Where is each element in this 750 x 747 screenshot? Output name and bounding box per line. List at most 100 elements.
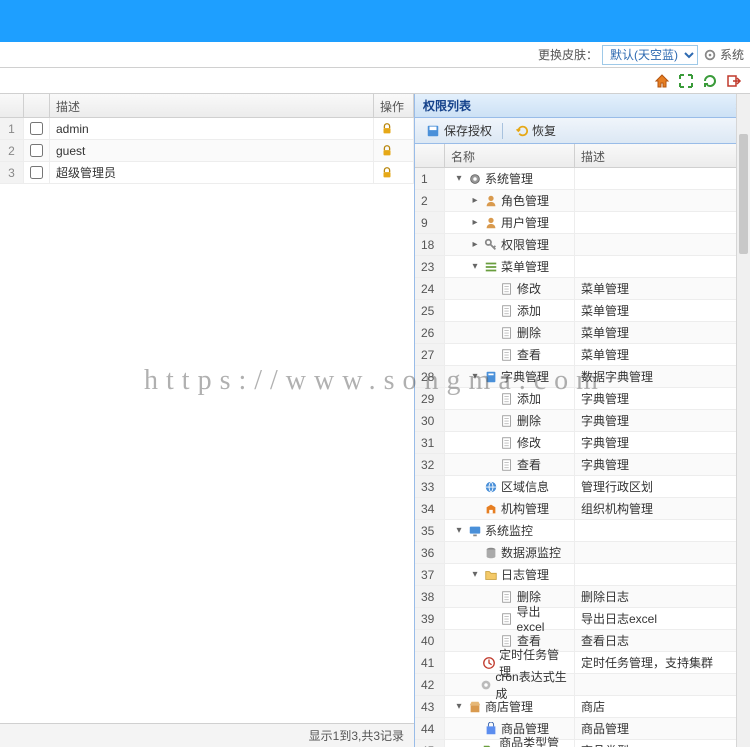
lock-icon <box>380 166 394 180</box>
tree-row[interactable]: 29添加字典管理 <box>415 388 750 410</box>
tree-row[interactable]: 28▾字典管理数据字典管理 <box>415 366 750 388</box>
tree-row[interactable]: 25添加菜单管理 <box>415 300 750 322</box>
expand-icon[interactable]: ▾ <box>453 525 465 536</box>
expand-icon[interactable]: ▾ <box>469 261 481 272</box>
tree-cell: 添加 <box>445 300 575 321</box>
node-desc: 查看日志 <box>575 630 750 651</box>
col-desc-r[interactable]: 描述 <box>575 144 750 167</box>
right-toolbar: 保存授权 恢复 <box>415 118 750 144</box>
restore-button[interactable]: 恢复 <box>509 120 560 141</box>
tree-cell: 数据源监控 <box>445 542 575 563</box>
row-checkbox[interactable] <box>24 140 50 161</box>
node-desc: 商品类型 <box>575 740 750 747</box>
expand-icon[interactable]: ▾ <box>453 701 465 712</box>
menu-icon <box>483 259 499 275</box>
expand-icon[interactable]: ▸ <box>469 239 481 250</box>
tree-row[interactable]: 24修改菜单管理 <box>415 278 750 300</box>
node-desc: 菜单管理 <box>575 322 750 343</box>
node-label: 删除 <box>517 412 541 429</box>
right-grid-body: 1▾系统管理2▸角色管理9▸用户管理18▸权限管理23▾菜单管理24修改菜单管理… <box>415 168 750 747</box>
expand-icon[interactable]: ▾ <box>469 371 481 382</box>
tree-row[interactable]: 37▾日志管理 <box>415 564 750 586</box>
table-row[interactable]: 2guest <box>0 140 414 162</box>
skin-select[interactable]: 默认(天空蓝) <box>602 45 698 65</box>
lock-icon <box>380 122 394 136</box>
node-desc: 商品管理 <box>575 718 750 739</box>
node-desc: 定时任务管理，支持集群 <box>575 652 750 673</box>
row-op[interactable] <box>374 118 414 139</box>
col-op[interactable]: 操作 <box>374 94 414 117</box>
tree-cell: ▾日志管理 <box>445 564 575 585</box>
exit-icon[interactable] <box>726 73 742 89</box>
system-link[interactable]: 系统 <box>702 46 744 63</box>
tree-row[interactable]: 18▸权限管理 <box>415 234 750 256</box>
tree-row[interactable]: 35▾系统监控 <box>415 520 750 542</box>
node-desc: 管理行政区划 <box>575 476 750 497</box>
row-desc: guest <box>50 140 374 161</box>
node-desc: 字典管理 <box>575 432 750 453</box>
node-label: 修改 <box>517 434 541 451</box>
save-auth-button[interactable]: 保存授权 <box>421 120 496 141</box>
col-name[interactable]: 名称 <box>445 144 575 167</box>
col-desc[interactable]: 描述 <box>50 94 374 117</box>
row-checkbox[interactable] <box>24 118 50 139</box>
tree-row[interactable]: 42cron表达式生成 <box>415 674 750 696</box>
table-row[interactable]: 3超级管理员 <box>0 162 414 184</box>
db-icon <box>483 545 499 561</box>
monitor-icon <box>467 523 483 539</box>
lock-icon <box>380 144 394 158</box>
expand-icon[interactable]: ▾ <box>453 173 465 184</box>
page-icon <box>499 303 515 319</box>
page-icon <box>499 611 515 627</box>
tree-row[interactable]: 27查看菜单管理 <box>415 344 750 366</box>
table-row[interactable]: 1admin <box>0 118 414 140</box>
node-label: 查看 <box>517 456 541 473</box>
save-icon <box>425 123 441 139</box>
scroll-thumb[interactable] <box>739 134 748 254</box>
node-label: 角色管理 <box>501 192 549 209</box>
tree-row[interactable]: 36数据源监控 <box>415 542 750 564</box>
app-header <box>0 0 750 42</box>
tree-row[interactable]: 9▸用户管理 <box>415 212 750 234</box>
row-checkbox[interactable] <box>24 162 50 183</box>
globe-icon <box>483 479 499 495</box>
row-op[interactable] <box>374 140 414 161</box>
expand-icon[interactable]: ▸ <box>469 217 481 228</box>
refresh-icon[interactable] <box>702 73 718 89</box>
node-label: 用户管理 <box>501 214 549 231</box>
tree-cell: 修改 <box>445 278 575 299</box>
node-desc: 菜单管理 <box>575 278 750 299</box>
tree-row[interactable]: 45商品类型管理商品类型 <box>415 740 750 747</box>
tree-row[interactable]: 23▾菜单管理 <box>415 256 750 278</box>
tree-row[interactable]: 30删除字典管理 <box>415 410 750 432</box>
gear-icon <box>467 171 483 187</box>
tree-row[interactable]: 1▾系统管理 <box>415 168 750 190</box>
tree-cell: 删除 <box>445 322 575 343</box>
row-desc: admin <box>50 118 374 139</box>
node-desc <box>575 212 750 233</box>
scrollbar[interactable] <box>736 94 750 747</box>
tree-row[interactable]: 26删除菜单管理 <box>415 322 750 344</box>
node-label: 数据源监控 <box>501 544 561 561</box>
node-desc <box>575 190 750 211</box>
tree-row[interactable]: 39导出excel导出日志excel <box>415 608 750 630</box>
tree-row[interactable]: 43▾商店管理商店 <box>415 696 750 718</box>
book-icon <box>483 369 499 385</box>
node-desc: 组织机构管理 <box>575 498 750 519</box>
node-desc: 数据字典管理 <box>575 366 750 387</box>
skin-label: 更换皮肤： <box>538 46 598 63</box>
node-label: 添加 <box>517 390 541 407</box>
tree-row[interactable]: 33区域信息管理行政区划 <box>415 476 750 498</box>
fullscreen-icon[interactable] <box>678 73 694 89</box>
expand-icon[interactable]: ▾ <box>469 569 481 580</box>
tree-row[interactable]: 32查看字典管理 <box>415 454 750 476</box>
row-op[interactable] <box>374 162 414 183</box>
tree-row[interactable]: 31修改字典管理 <box>415 432 750 454</box>
tree-row[interactable]: 34机构管理组织机构管理 <box>415 498 750 520</box>
tree-cell: 查看 <box>445 454 575 475</box>
page-icon <box>499 457 515 473</box>
home-icon[interactable] <box>654 73 670 89</box>
expand-icon[interactable]: ▸ <box>469 195 481 206</box>
node-label: 查看 <box>517 346 541 363</box>
tree-row[interactable]: 2▸角色管理 <box>415 190 750 212</box>
